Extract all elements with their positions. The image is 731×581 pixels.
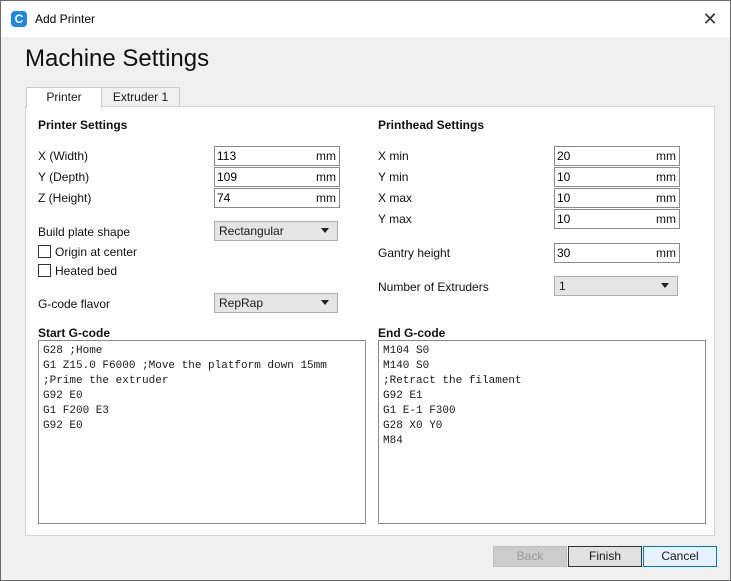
- add-printer-dialog: C Add Printer ✕ Machine Settings Printer…: [0, 0, 731, 581]
- tab-extruder-1[interactable]: Extruder 1: [101, 87, 180, 107]
- gcode-line: M84: [383, 435, 403, 447]
- gcode-line: G1 Z15.0 F6000 ;Move the platform down 1…: [43, 360, 327, 372]
- gcode-line: G28 ;Home: [43, 345, 103, 357]
- cancel-button[interactable]: Cancel: [643, 546, 717, 567]
- gcode-line: M104 S0: [383, 345, 430, 357]
- build-plate-value: Rectangular: [219, 224, 284, 238]
- y-depth-input[interactable]: [217, 169, 297, 185]
- x-max-field[interactable]: mm: [554, 188, 680, 208]
- chevron-down-icon: [321, 228, 329, 233]
- x-min-input[interactable]: [557, 148, 637, 164]
- gcode-line: G92 E0: [43, 390, 83, 402]
- gcode-line: ;Retract the filament: [383, 375, 522, 387]
- z-height-field[interactable]: mm: [214, 188, 340, 208]
- y-min-label: Y min: [378, 170, 409, 184]
- extruder-count-value: 1: [559, 279, 566, 293]
- gcode-line: ;Prime the extruder: [43, 375, 169, 387]
- close-icon[interactable]: ✕: [698, 7, 722, 31]
- y-max-input[interactable]: [557, 211, 637, 227]
- tab-printer[interactable]: Printer: [26, 87, 102, 108]
- y-max-label: Y max: [378, 212, 412, 226]
- x-max-input[interactable]: [557, 190, 637, 206]
- gcode-line: G28 X0 Y0: [383, 420, 443, 432]
- extruder-count-select[interactable]: 1: [554, 276, 678, 296]
- origin-center-checkbox[interactable]: [38, 245, 51, 258]
- gcode-flavor-select[interactable]: RepRap: [214, 293, 338, 313]
- gcode-line: G1 F200 E3: [43, 405, 110, 417]
- gcode-flavor-label: G-code flavor: [38, 297, 111, 311]
- build-plate-label: Build plate shape: [38, 225, 131, 239]
- printer-settings-title: Printer Settings: [38, 118, 128, 132]
- extruder-count-label: Number of Extruders: [378, 280, 489, 294]
- gantry-height-input[interactable]: [557, 245, 637, 261]
- gantry-height-label: Gantry height: [378, 246, 451, 260]
- x-max-unit: mm: [656, 191, 676, 205]
- chevron-down-icon: [321, 300, 329, 305]
- x-min-field[interactable]: mm: [554, 146, 680, 166]
- z-height-unit: mm: [316, 191, 336, 205]
- y-depth-label: Y (Depth): [38, 170, 90, 184]
- y-max-unit: mm: [656, 212, 676, 226]
- y-min-unit: mm: [656, 170, 676, 184]
- end-gcode-title: End G-code: [378, 326, 446, 340]
- heated-bed-checkbox[interactable]: [38, 264, 51, 277]
- gcode-line: G1 E-1 F300: [383, 405, 456, 417]
- x-max-label: X max: [378, 191, 413, 205]
- gcode-line: M140 S0: [383, 360, 430, 372]
- y-depth-field[interactable]: mm: [214, 167, 340, 187]
- gcode-flavor-value: RepRap: [219, 296, 264, 310]
- start-gcode-title: Start G-code: [38, 326, 111, 340]
- x-width-field[interactable]: mm: [214, 146, 340, 166]
- y-max-field[interactable]: mm: [554, 209, 680, 229]
- y-min-input[interactable]: [557, 169, 637, 185]
- x-width-label: X (Width): [38, 149, 89, 163]
- y-depth-unit: mm: [316, 170, 336, 184]
- z-height-input[interactable]: [217, 190, 297, 206]
- x-min-label: X min: [378, 149, 409, 163]
- gantry-height-unit: mm: [656, 246, 676, 260]
- chevron-down-icon: [661, 283, 669, 288]
- cura-app-icon: C: [11, 11, 27, 27]
- origin-center-label: Origin at center: [55, 245, 138, 259]
- printhead-settings-title: Printhead Settings: [378, 118, 485, 132]
- x-min-unit: mm: [656, 149, 676, 163]
- end-gcode-editor[interactable]: M104 S0 M140 S0 ;Retract the filament G9…: [378, 340, 706, 524]
- window-title: Add Printer: [35, 12, 96, 26]
- build-plate-select[interactable]: Rectangular: [214, 221, 338, 241]
- finish-button[interactable]: Finish: [568, 546, 642, 567]
- back-button[interactable]: Back: [493, 546, 567, 567]
- y-min-field[interactable]: mm: [554, 167, 680, 187]
- z-height-label: Z (Height): [38, 191, 92, 205]
- gcode-line: G92 E0: [43, 420, 83, 432]
- heated-bed-label: Heated bed: [55, 264, 118, 278]
- page-title: Machine Settings: [25, 45, 210, 72]
- gantry-height-field[interactable]: mm: [554, 243, 680, 263]
- start-gcode-editor[interactable]: G28 ;Home G1 Z15.0 F6000 ;Move the platf…: [38, 340, 366, 524]
- title-bar: C Add Printer ✕: [1, 1, 730, 37]
- x-width-input[interactable]: [217, 148, 297, 164]
- gcode-line: G92 E1: [383, 390, 423, 402]
- x-width-unit: mm: [316, 149, 336, 163]
